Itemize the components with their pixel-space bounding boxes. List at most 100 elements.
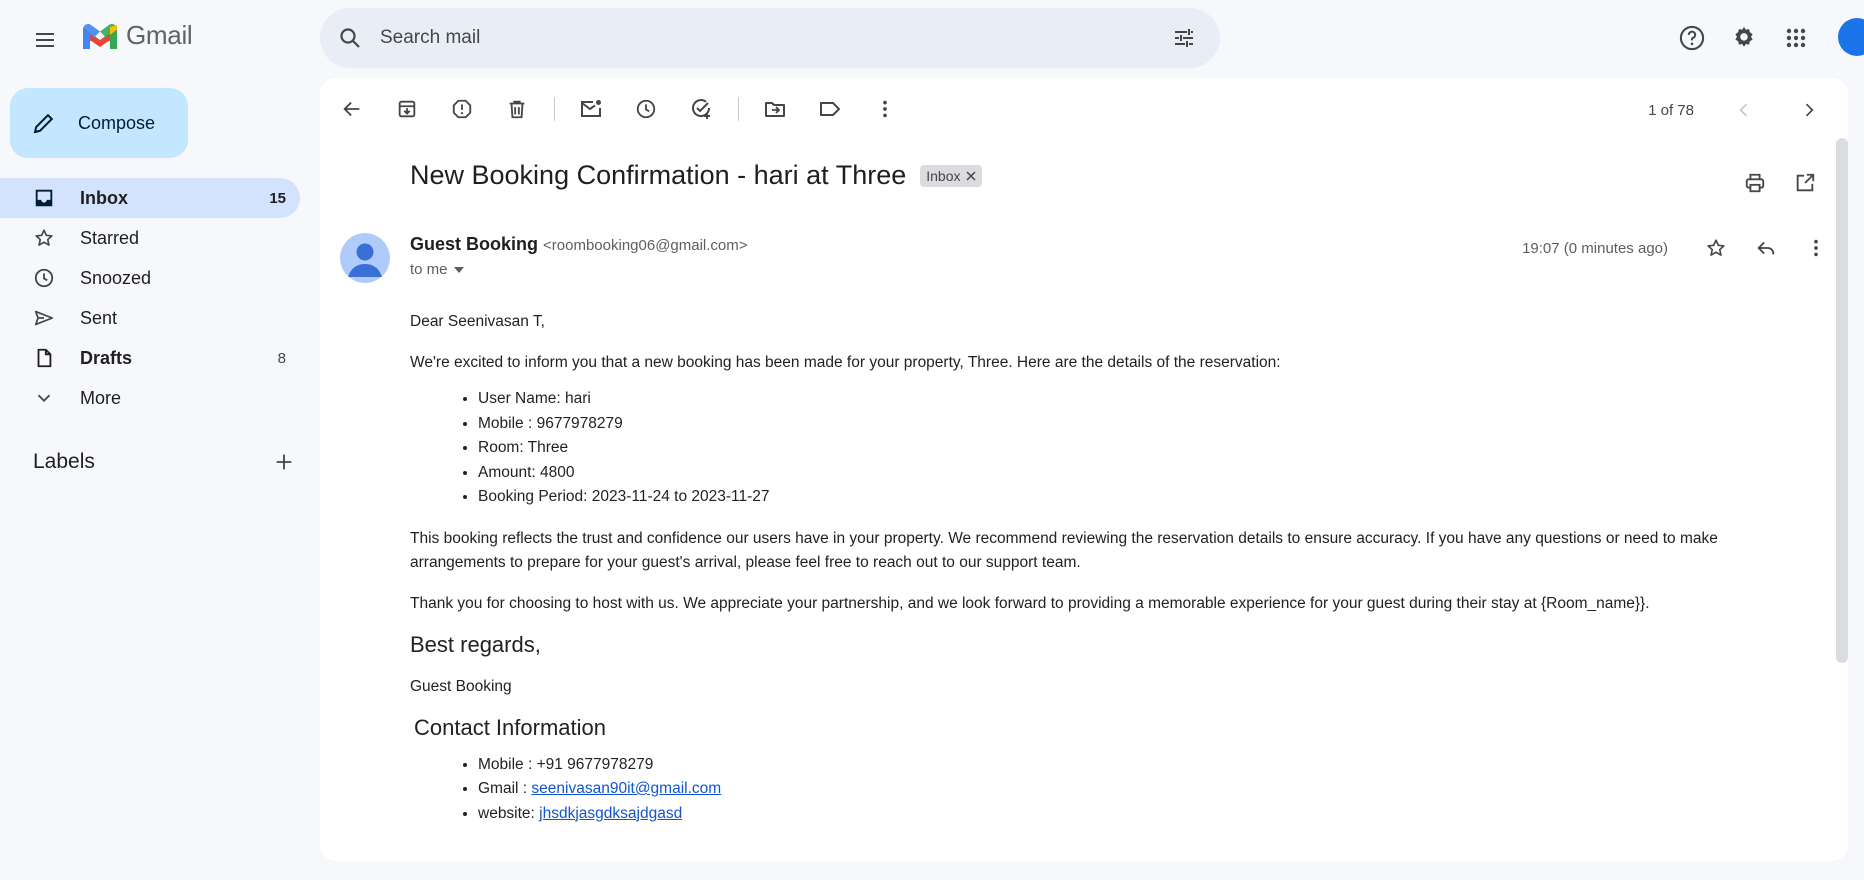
- reply-icon[interactable]: [1746, 228, 1786, 268]
- gmail-link[interactable]: seenivasan90it@gmail.com: [531, 780, 721, 797]
- caret-down-icon: [453, 266, 464, 273]
- sender-email: <roombooking06@gmail.com>: [543, 237, 748, 254]
- chip-label: Inbox: [926, 167, 961, 184]
- compose-button[interactable]: Compose: [10, 88, 188, 158]
- intro-paragraph: We're excited to inform you that a new b…: [410, 354, 1281, 371]
- scrollbar[interactable]: [1836, 138, 1848, 663]
- inbox-label-chip: Inbox: [920, 164, 983, 187]
- account-avatar[interactable]: [1838, 18, 1864, 56]
- sidebar-item-inbox[interactable]: Inbox 15: [0, 178, 300, 218]
- star-icon[interactable]: [1696, 228, 1736, 268]
- google-apps-icon[interactable]: [1772, 14, 1820, 62]
- sidebar-item-label: More: [80, 387, 122, 408]
- sidebar-item-starred[interactable]: Starred: [0, 218, 300, 258]
- sidebar-item-label: Drafts: [80, 347, 133, 368]
- gmail-logo[interactable]: Gmail: [80, 20, 193, 51]
- message-time: 19:07 (0 minutes ago): [1522, 239, 1668, 257]
- draft-count: 8: [277, 349, 286, 367]
- message-body: Dear Seenivasan T, We're excited to info…: [410, 310, 1800, 843]
- list-item: Booking Period: 2023-11-24 to 2023-11-27: [478, 485, 1800, 510]
- remove-label-icon[interactable]: [966, 170, 977, 181]
- signature: Guest Booking: [410, 677, 512, 695]
- regards-heading: Best regards,: [410, 631, 541, 657]
- clock-icon: [32, 266, 56, 290]
- draft-file-icon: [32, 346, 56, 370]
- labels-title: Labels: [33, 450, 95, 473]
- pagination-text: 1 of 78: [1648, 101, 1694, 119]
- search-icon[interactable]: [320, 8, 380, 68]
- sidebar-item-sent[interactable]: Sent: [0, 298, 300, 338]
- website-label: website:: [478, 804, 540, 822]
- open-in-new-window-icon[interactable]: [1786, 164, 1824, 202]
- archive-icon[interactable]: [387, 89, 427, 129]
- trust-paragraph: This booking reflects the trust and conf…: [410, 529, 1718, 571]
- sender-name[interactable]: Guest Booking: [410, 234, 538, 254]
- main-menu-icon[interactable]: [21, 16, 69, 64]
- message-subject: New Booking Confirmation - hari at Three: [410, 160, 907, 190]
- search-bar: [320, 8, 1220, 68]
- sender-avatar[interactable]: [340, 233, 390, 283]
- settings-gear-icon[interactable]: [1720, 14, 1768, 62]
- sidebar-item-label: Sent: [80, 307, 118, 328]
- inbox-icon: [32, 186, 56, 210]
- booking-details-list: User Name: hari Mobile : 9677978279 Room…: [478, 387, 1800, 510]
- top-right-actions: [1668, 14, 1820, 62]
- back-arrow-icon[interactable]: [332, 89, 372, 129]
- thanks-paragraph: Thank you for choosing to host with us. …: [410, 594, 1650, 612]
- labels-section-header: Labels: [33, 450, 295, 474]
- message-toolbar: 1 of 78: [320, 78, 1848, 140]
- greeting: Dear Seenivasan T,: [410, 313, 545, 330]
- sidebar-item-snoozed[interactable]: Snoozed: [0, 258, 300, 298]
- help-icon[interactable]: [1668, 14, 1716, 62]
- message-meta: 19:07 (0 minutes ago): [1522, 228, 1836, 268]
- contact-website: website: jhsdkjasgdksajdgasd: [478, 802, 1800, 827]
- pagination: 1 of 78: [1648, 90, 1844, 130]
- print-icon[interactable]: [1736, 164, 1774, 202]
- contact-list: Mobile : +91 9677978279 Gmail : seenivas…: [478, 753, 1800, 827]
- add-label-icon[interactable]: [273, 451, 295, 473]
- unread-count: 15: [269, 189, 286, 207]
- message-panel: 1 of 78 New Booking Confirmation - hari …: [320, 78, 1848, 861]
- chevron-down-icon: [32, 386, 56, 410]
- move-to-folder-icon[interactable]: [755, 89, 795, 129]
- recipient-text: to me: [410, 261, 448, 278]
- sidebar-item-label: Starred: [80, 227, 140, 248]
- sidebar-item-label: Inbox: [80, 187, 128, 208]
- search-input[interactable]: [380, 27, 1156, 49]
- gmail-wordmark: Gmail: [126, 20, 193, 50]
- list-item: Amount: 4800: [478, 461, 1800, 486]
- sidebar-nav: Inbox 15 Starred Snoozed Sent Drafts 8 M…: [0, 178, 300, 418]
- contact-heading: Contact Information: [414, 714, 606, 740]
- contact-mobile: Mobile : +91 9677978279: [478, 753, 1800, 778]
- add-to-tasks-icon[interactable]: [681, 89, 721, 129]
- delete-trash-icon[interactable]: [497, 89, 537, 129]
- gmail-logo-icon: [80, 21, 120, 51]
- send-icon: [32, 306, 56, 330]
- toolbar-divider: [738, 97, 739, 121]
- pencil-icon: [32, 111, 56, 135]
- mark-unread-icon[interactable]: [571, 89, 611, 129]
- chevron-left-icon[interactable]: [1724, 90, 1764, 130]
- chevron-right-icon[interactable]: [1789, 90, 1829, 130]
- compose-label: Compose: [78, 112, 156, 133]
- report-spam-icon[interactable]: [442, 89, 482, 129]
- sidebar-item-more[interactable]: More: [0, 378, 300, 418]
- recipient-details[interactable]: to me: [410, 261, 464, 278]
- label-tag-icon[interactable]: [810, 89, 850, 129]
- top-bar: Gmail: [0, 0, 1864, 76]
- more-vertical-icon[interactable]: [1796, 228, 1836, 268]
- website-link[interactable]: jhsdkjasgdksajdgasd: [539, 805, 682, 822]
- subject-row: New Booking Confirmation - hari at Three…: [410, 160, 983, 191]
- sidebar-item-drafts[interactable]: Drafts 8: [0, 338, 300, 378]
- star-icon: [32, 226, 56, 250]
- snooze-clock-icon[interactable]: [626, 89, 666, 129]
- more-vertical-icon[interactable]: [865, 89, 905, 129]
- sidebar-item-label: Snoozed: [80, 267, 152, 288]
- gmail-label: Gmail :: [478, 780, 532, 797]
- sender-line: Guest Booking <roombooking06@gmail.com>: [410, 234, 748, 255]
- list-item: Room: Three: [478, 436, 1800, 461]
- toolbar-divider: [554, 97, 555, 121]
- contact-gmail: Gmail : seenivasan90it@gmail.com: [478, 777, 1800, 802]
- list-item: Mobile : 9677978279: [478, 412, 1800, 437]
- search-options-icon[interactable]: [1156, 10, 1212, 66]
